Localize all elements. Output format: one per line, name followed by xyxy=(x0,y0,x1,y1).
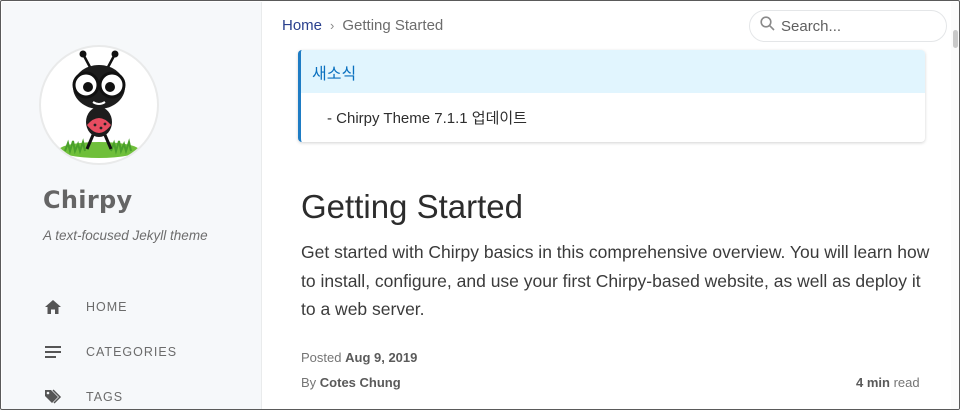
by-label: By xyxy=(301,375,317,390)
announcement-item[interactable]: - Chirpy Theme 7.1.1 업데이트 xyxy=(301,93,925,128)
scrollbar[interactable] xyxy=(951,2,959,409)
categories-icon xyxy=(42,341,64,363)
author-name[interactable]: Cotes Chung xyxy=(320,375,401,390)
nav-label-tags: TAGS xyxy=(86,390,124,404)
post-title: Getting Started xyxy=(301,188,523,225)
search-box[interactable] xyxy=(749,10,947,42)
read-label: read xyxy=(893,375,920,390)
ant-mascot-image xyxy=(59,50,139,158)
post-description: Get started with Chirpy basics in this c… xyxy=(301,242,930,319)
nav-item-categories[interactable]: CATEGORIES xyxy=(42,340,177,364)
read-time-value: 4 min xyxy=(856,375,890,390)
nav-label-categories: CATEGORIES xyxy=(86,345,178,359)
site-title[interactable]: Chirpy xyxy=(43,186,132,214)
tags-icon xyxy=(42,386,64,408)
browser-window: Chirpy A text-focused Jekyll theme HOME … xyxy=(0,0,960,410)
announcement-title: 새소식 xyxy=(301,50,925,93)
search-icon xyxy=(760,16,775,36)
nav-item-tags[interactable]: TAGS xyxy=(42,385,123,409)
site-subtitle: A text-focused Jekyll theme xyxy=(43,228,208,243)
home-icon xyxy=(42,296,64,318)
scrollbar-thumb[interactable] xyxy=(953,30,958,48)
sidebar: Chirpy A text-focused Jekyll theme HOME … xyxy=(2,2,262,409)
post-date: Posted Aug 9, 2019 xyxy=(301,350,417,365)
breadcrumb: Home › Getting Started xyxy=(282,17,443,34)
breadcrumb-home-link[interactable]: Home xyxy=(282,17,322,34)
read-time: 4 min read xyxy=(856,375,920,390)
nav-item-home[interactable]: HOME xyxy=(42,295,128,319)
breadcrumb-separator: › xyxy=(330,18,335,33)
breadcrumb-current: Getting Started xyxy=(342,17,444,34)
search-input[interactable] xyxy=(781,17,931,35)
posted-date: Aug 9, 2019 xyxy=(345,350,418,365)
post-author: By Cotes Chung xyxy=(301,375,401,390)
announcement-box: 새소식 - Chirpy Theme 7.1.1 업데이트 xyxy=(298,50,925,142)
avatar[interactable] xyxy=(41,47,157,163)
nav-label-home: HOME xyxy=(86,300,128,314)
posted-label: Posted xyxy=(301,350,342,365)
